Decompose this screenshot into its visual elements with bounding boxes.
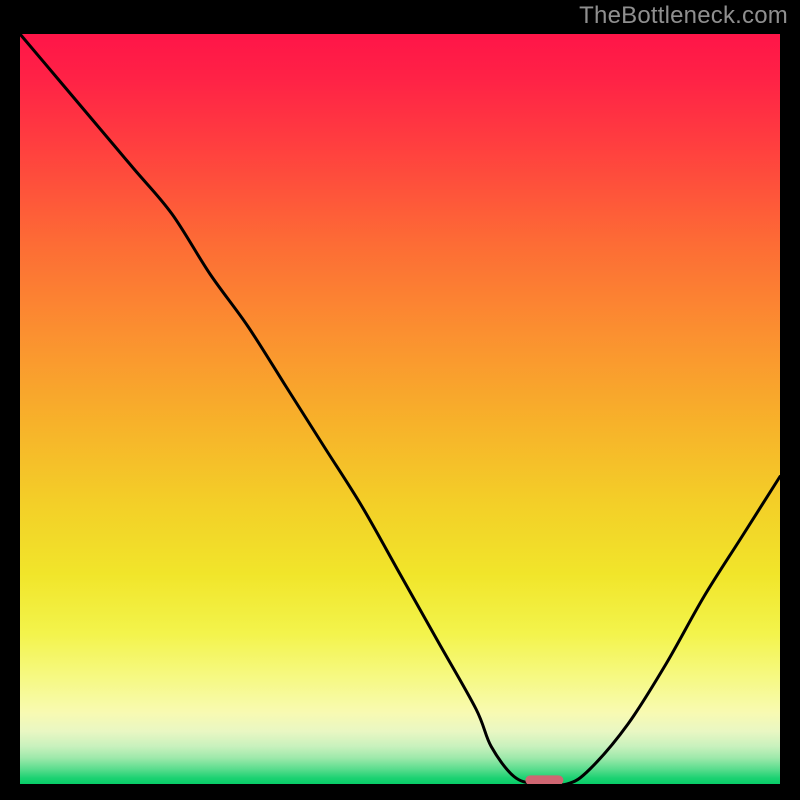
- plot-area: [20, 34, 780, 784]
- gradient-background: [20, 34, 780, 784]
- watermark-text: TheBottleneck.com: [579, 2, 788, 30]
- bottleneck-curve-chart: [20, 34, 780, 784]
- chart-frame: TheBottleneck.com: [0, 0, 800, 800]
- optimal-marker: [525, 775, 563, 784]
